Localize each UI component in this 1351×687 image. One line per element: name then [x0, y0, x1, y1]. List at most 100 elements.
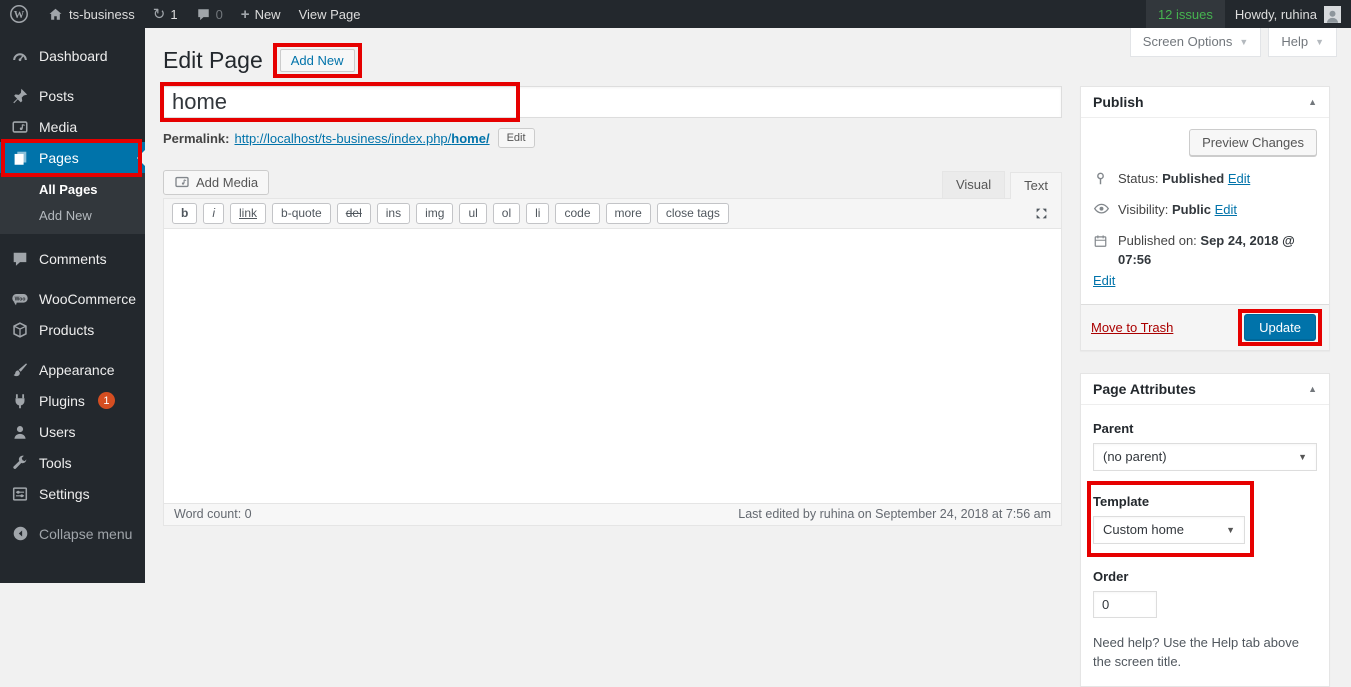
new-label: New — [255, 7, 281, 22]
sidebar-item-plugins[interactable]: Plugins 1 — [0, 385, 145, 416]
add-media-button[interactable]: Add Media — [163, 170, 269, 195]
status-pin-icon — [1093, 171, 1110, 187]
move-to-trash-link[interactable]: Move to Trash — [1091, 320, 1173, 335]
sidebar-item-label: Appearance — [39, 362, 115, 378]
sidebar-item-woocommerce[interactable]: Woo WooCommerce — [0, 283, 145, 314]
sidebar-item-comments[interactable]: Comments — [0, 243, 145, 274]
status-row-text: Status: Published Edit — [1118, 170, 1250, 188]
editor-statusbar: Word count: 0 Last edited by ruhina on S… — [164, 503, 1061, 525]
edit-status-link[interactable]: Edit — [1228, 171, 1250, 186]
publish-panel: Publish ▲ Preview Changes Status: Publis… — [1080, 86, 1330, 351]
comments-menu[interactable]: 0 — [187, 0, 232, 28]
quicktags-toolbar: b i link b-quote del ins img ul ol li co… — [164, 199, 1061, 229]
annotation-box-template: Template Custom home ▼ — [1087, 481, 1254, 557]
edit-visibility-link[interactable]: Edit — [1215, 202, 1237, 217]
quicktag-link-button[interactable]: link — [230, 203, 266, 224]
word-count: Word count: 0 — [174, 507, 252, 521]
sidebar-item-dashboard[interactable]: Dashboard — [0, 40, 145, 71]
page-attributes-header[interactable]: Page Attributes ▲ — [1081, 374, 1329, 405]
collapse-triangle-icon[interactable]: ▲ — [1308, 97, 1317, 107]
view-page-menu[interactable]: View Page — [290, 0, 370, 28]
updates-count: 1 — [170, 7, 177, 22]
fullscreen-icon[interactable] — [1034, 206, 1049, 221]
tab-visual[interactable]: Visual — [942, 171, 1005, 198]
tab-text[interactable]: Text — [1010, 172, 1062, 199]
edit-published-link[interactable]: Edit — [1093, 273, 1115, 288]
wrench-icon — [10, 454, 30, 472]
issues-label: 12 issues — [1158, 7, 1213, 22]
sidebar-item-label: Dashboard — [39, 48, 108, 64]
admin-sidebar: Dashboard Posts Media Pages All Pages — [0, 28, 145, 583]
parent-select[interactable]: (no parent) ▼ — [1093, 443, 1317, 471]
site-name-label: ts-business — [69, 7, 135, 22]
issues-indicator[interactable]: 12 issues — [1146, 0, 1225, 28]
sidebar-item-tools[interactable]: Tools — [0, 447, 145, 478]
page-attributes-panel: Page Attributes ▲ Parent (no parent) ▼ T… — [1080, 373, 1330, 687]
preview-changes-button[interactable]: Preview Changes — [1189, 129, 1317, 156]
wordpress-logo-icon: W — [9, 4, 29, 24]
comment-bubble-icon — [196, 7, 211, 22]
status-value: Published — [1162, 171, 1224, 186]
site-name-menu[interactable]: ts-business — [38, 0, 144, 28]
pages-icon — [10, 149, 30, 167]
quicktag-bquote-button[interactable]: b-quote — [272, 203, 331, 224]
parent-select-value: (no parent) — [1103, 449, 1167, 464]
screen-options-tab[interactable]: Screen Options ▼ — [1130, 28, 1262, 57]
avatar — [1324, 6, 1341, 23]
chevron-down-icon: ▼ — [1315, 37, 1324, 47]
quicktag-italic-button[interactable]: i — [203, 203, 224, 224]
permalink-link[interactable]: http://localhost/ts-business/index.php/h… — [234, 131, 489, 146]
sidebar-item-media[interactable]: Media — [0, 111, 145, 142]
update-button[interactable]: Update — [1244, 314, 1316, 341]
add-new-button[interactable]: Add New — [280, 49, 355, 72]
settings-icon — [10, 485, 30, 503]
order-input[interactable] — [1093, 591, 1157, 618]
account-menu[interactable]: Howdy, ruhina — [1225, 6, 1351, 23]
updates-menu[interactable]: ↻ 1 — [144, 0, 187, 28]
sidebar-item-label: Users — [39, 424, 76, 440]
attributes-help-text: Need help? Use the Help tab above the sc… — [1093, 633, 1317, 672]
sidebar-item-label: Tools — [39, 455, 72, 471]
publish-panel-header[interactable]: Publish ▲ — [1081, 87, 1329, 118]
published-label: Published on: — [1118, 233, 1197, 248]
help-tab[interactable]: Help ▼ — [1268, 28, 1337, 57]
main-content: Screen Options ▼ Help ▼ Edit Page Add Ne… — [145, 28, 1351, 583]
media-icon — [10, 118, 30, 136]
text-editor: b i link b-quote del ins img ul ol li co… — [163, 198, 1062, 526]
collapse-menu-button[interactable]: Collapse menu — [0, 518, 145, 549]
pages-submenu: All Pages Add New — [0, 173, 145, 234]
quicktag-ins-button[interactable]: ins — [377, 203, 410, 224]
collapse-triangle-icon[interactable]: ▲ — [1308, 384, 1317, 394]
quicktag-ul-button[interactable]: ul — [459, 203, 486, 224]
quicktag-code-button[interactable]: code — [555, 203, 599, 224]
quicktag-closetags-button[interactable]: close tags — [657, 203, 729, 224]
new-menu[interactable]: + New — [232, 0, 290, 28]
quicktag-img-button[interactable]: img — [416, 203, 453, 224]
user-icon — [10, 423, 30, 441]
quicktag-li-button[interactable]: li — [526, 203, 549, 224]
quicktag-ol-button[interactable]: ol — [493, 203, 520, 224]
page-title-input[interactable] — [163, 86, 1062, 118]
sidebar-item-label: Posts — [39, 88, 74, 104]
sidebar-item-users[interactable]: Users — [0, 416, 145, 447]
cube-icon — [10, 321, 30, 339]
template-select[interactable]: Custom home ▼ — [1093, 516, 1245, 544]
chevron-down-icon: ▼ — [1298, 452, 1307, 462]
edit-permalink-button[interactable]: Edit — [498, 128, 535, 148]
comments-icon — [10, 250, 30, 268]
quicktag-more-button[interactable]: more — [606, 203, 651, 224]
editor-textarea[interactable] — [164, 229, 1061, 503]
sidebar-item-posts[interactable]: Posts — [0, 80, 145, 111]
view-page-label: View Page — [299, 7, 361, 22]
submenu-item-add-new[interactable]: Add New — [0, 202, 145, 228]
quicktag-bold-button[interactable]: b — [172, 203, 197, 224]
sidebar-item-settings[interactable]: Settings — [0, 478, 145, 509]
sidebar-item-appearance[interactable]: Appearance — [0, 354, 145, 385]
sidebar-item-label: Collapse menu — [39, 526, 132, 542]
sidebar-item-products[interactable]: Products — [0, 314, 145, 345]
submenu-item-all-pages[interactable]: All Pages — [0, 176, 145, 202]
sidebar-item-pages[interactable]: Pages — [0, 142, 145, 173]
sidebar-item-label: Pages — [39, 150, 79, 166]
quicktag-del-button[interactable]: del — [337, 203, 371, 224]
wordpress-logo-menu[interactable]: W — [0, 0, 38, 28]
